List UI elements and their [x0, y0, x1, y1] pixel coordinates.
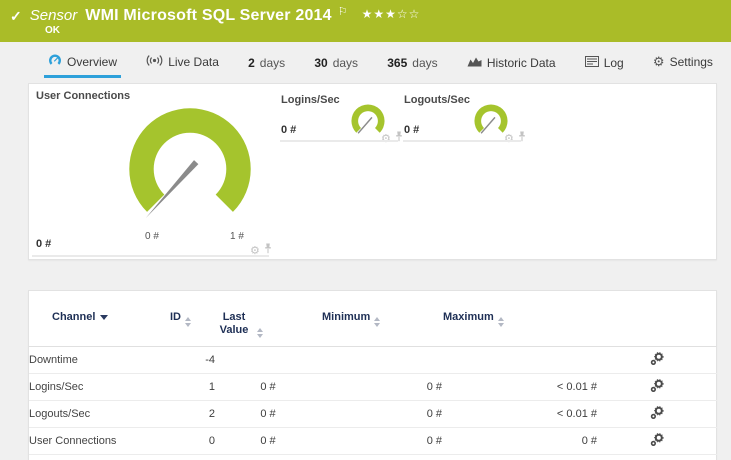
channel-id: -4 — [205, 354, 215, 366]
channel-name: Downtime — [29, 354, 78, 366]
gauge-current-value: 0 # — [36, 238, 52, 250]
channel-maximum — [442, 347, 597, 374]
column-header-id[interactable]: ID — [169, 291, 215, 347]
table-row-logouts: Logouts/Sec 2 0 # 0 # < 0.01 # — [29, 401, 717, 428]
table-row-downtime: Downtime -4 — [29, 347, 717, 374]
gauge-needle — [357, 116, 373, 134]
tab-log-label: Log — [603, 56, 624, 70]
tab-log[interactable]: Log — [581, 56, 628, 78]
channel-name: User Connections — [29, 435, 117, 447]
gauge-scale-min: 0 # — [145, 231, 159, 242]
channel-maximum: < 0.01 # — [556, 381, 597, 393]
divider — [403, 140, 521, 142]
flag-icon[interactable]: ⚐ — [338, 5, 348, 18]
channel-table: Channel ID Last Value Minimum Maximum Do… — [29, 291, 717, 455]
channel-minimum: 0 # — [426, 381, 442, 393]
column-header-maximum[interactable]: Maximum — [442, 291, 597, 347]
gear-icon[interactable]: ⚙ — [381, 132, 391, 145]
column-header-minimum[interactable]: Minimum — [321, 291, 442, 347]
tab-live-data-label: Live Data — [168, 55, 219, 69]
channel-minimum: 0 # — [426, 408, 442, 420]
tab-historic-data-label: Historic Data — [486, 56, 556, 70]
tab-2-days[interactable]: 2 days — [244, 56, 289, 78]
channel-id: 2 — [208, 408, 215, 420]
log-list-icon — [584, 56, 599, 70]
sort-icon — [185, 317, 191, 327]
tab-365-days[interactable]: 365 days — [383, 56, 441, 78]
priority-stars[interactable]: ★★★☆☆ — [362, 7, 421, 21]
channel-last-value: 0 # — [260, 408, 276, 420]
channel-last-value: 0 # — [260, 381, 276, 393]
gauge-footer-icons: ⚙ — [381, 129, 403, 147]
gauge-title-logouts: Logouts/Sec — [404, 94, 471, 106]
area-chart-icon — [467, 56, 482, 70]
gauge-icon — [48, 54, 62, 70]
channel-maximum: 0 # — [581, 435, 597, 447]
sort-desc-icon — [100, 315, 109, 320]
column-header-actions — [597, 291, 717, 347]
channel-id: 1 — [208, 381, 215, 393]
gear-icon[interactable]: ⚙ — [504, 132, 514, 145]
sensor-header: ✓ Sensor WMI Microsoft SQL Server 2014 ⚐… — [0, 0, 731, 42]
channel-settings-icon[interactable] — [650, 351, 664, 369]
status-badge: OK — [45, 25, 60, 36]
channel-minimum: 0 # — [426, 435, 442, 447]
channel-table-panel: Channel ID Last Value Minimum Maximum Do… — [28, 290, 717, 460]
tab-overview-label: Overview — [67, 55, 118, 69]
channel-maximum: < 0.01 # — [556, 408, 597, 420]
pin-icon[interactable] — [518, 129, 526, 147]
status-ok-check-icon: ✓ — [10, 8, 22, 24]
channel-settings-icon[interactable] — [650, 432, 664, 450]
channel-last-value — [215, 347, 321, 374]
channel-id: 0 — [208, 435, 215, 447]
tab-historic-data[interactable]: Historic Data — [463, 56, 560, 78]
sort-icon — [374, 317, 381, 327]
channel-minimum — [321, 347, 442, 374]
channel-last-value: 0 # — [260, 435, 276, 447]
gauges-panel: User Connections 0 # 1 # 0 # ⚙ Logins/Se… — [28, 83, 717, 260]
gauge-needle — [480, 116, 496, 134]
table-row-logins: Logins/Sec 1 0 # 0 # < 0.01 # — [29, 374, 717, 401]
gear-icon: ⚙ — [652, 54, 665, 69]
live-broadcast-icon — [146, 54, 163, 70]
channel-name: Logins/Sec — [29, 381, 84, 393]
tab-settings[interactable]: ⚙ Settings — [649, 54, 717, 78]
table-row-user-connections: User Connections 0 0 # 0 # 0 # — [29, 428, 717, 455]
table-header-row: Channel ID Last Value Minimum Maximum — [29, 291, 717, 347]
tab-settings-label: Settings — [669, 55, 713, 69]
pin-icon[interactable] — [395, 129, 403, 147]
column-header-channel[interactable]: Channel — [29, 291, 169, 347]
channel-name: Logouts/Sec — [29, 408, 91, 420]
divider — [32, 255, 269, 257]
column-header-last-value[interactable]: Last Value — [215, 291, 321, 347]
gauge-current-value: 0 # — [281, 124, 297, 136]
tab-live-data[interactable]: Live Data — [142, 54, 223, 78]
sort-icon — [497, 317, 504, 327]
divider — [280, 140, 398, 142]
gauge-title-logins: Logins/Sec — [281, 94, 340, 106]
gauge-current-value: 0 # — [404, 124, 420, 136]
sensor-title: WMI Microsoft SQL Server 2014 — [85, 7, 332, 24]
channel-settings-icon[interactable] — [650, 378, 664, 396]
sort-icon — [257, 328, 263, 338]
user-connections-gauge — [129, 108, 251, 219]
object-kind-label: Sensor — [29, 7, 78, 24]
gauge-footer-icons: ⚙ — [504, 129, 526, 147]
gauge-title-user-connections: User Connections — [36, 90, 131, 102]
tab-30-days[interactable]: 30 days — [310, 56, 362, 78]
channel-settings-icon[interactable] — [650, 405, 664, 423]
tab-overview[interactable]: Overview — [44, 54, 122, 78]
tab-bar: Overview Live Data 2 days 30 days 365 da… — [0, 42, 731, 78]
